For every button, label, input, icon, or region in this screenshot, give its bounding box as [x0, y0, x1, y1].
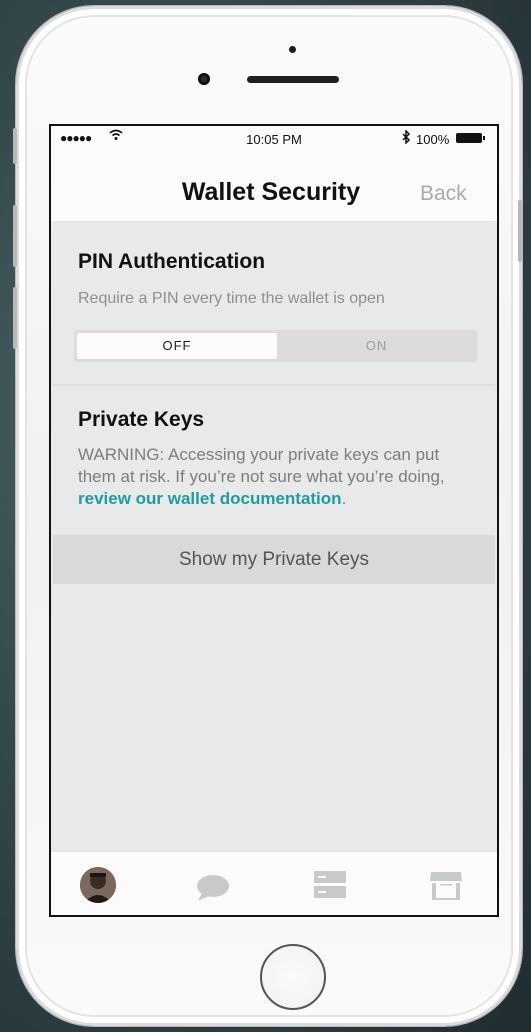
- pin-section: PIN Authentication Require a PIN every t…: [53, 222, 495, 384]
- private-keys-title: Private Keys: [78, 408, 205, 431]
- battery-percent: 100%: [416, 132, 450, 147]
- status-bar: ●●●●● 10:05 PM 100%: [51, 126, 497, 152]
- volume-down-button: [13, 287, 17, 349]
- earpiece-speaker: [247, 76, 339, 83]
- battery-icon: [456, 133, 482, 143]
- pin-toggle-off[interactable]: OFF: [77, 333, 277, 359]
- navigation-bar: Wallet Security Back: [51, 152, 497, 222]
- pin-toggle[interactable]: OFF ON: [74, 330, 477, 362]
- show-private-keys-button[interactable]: Show my Private Keys: [53, 535, 495, 585]
- bluetooth-icon: [401, 129, 411, 147]
- private-keys-warning: WARNING: Accessing your private keys can…: [78, 444, 473, 510]
- pin-section-title: PIN Authentication: [78, 250, 266, 273]
- sensor-dot: [289, 46, 296, 53]
- pin-toggle-on[interactable]: ON: [279, 333, 474, 359]
- mute-switch: [13, 128, 17, 164]
- avatar[interactable]: [80, 867, 116, 903]
- home-button[interactable]: [260, 944, 326, 1010]
- tab-bar: [51, 851, 497, 915]
- warning-text: WARNING: Accessing your private keys can…: [78, 445, 445, 486]
- warning-end: .: [341, 489, 347, 508]
- empty-content-area: [53, 584, 495, 851]
- app-screen: ●●●●● 10:05 PM 100% Wallet Security Back…: [49, 124, 499, 917]
- list-icon[interactable]: [313, 870, 347, 905]
- battery-tip: [483, 136, 485, 140]
- documentation-link[interactable]: review our wallet documentation: [78, 489, 342, 508]
- front-camera: [198, 73, 210, 85]
- power-button: [518, 200, 522, 262]
- chat-bubble-icon[interactable]: [196, 874, 230, 907]
- store-icon[interactable]: [429, 870, 463, 907]
- volume-up-button: [13, 205, 17, 267]
- pin-section-description: Require a PIN every time the wallet is o…: [78, 290, 385, 307]
- back-button[interactable]: Back: [420, 182, 467, 206]
